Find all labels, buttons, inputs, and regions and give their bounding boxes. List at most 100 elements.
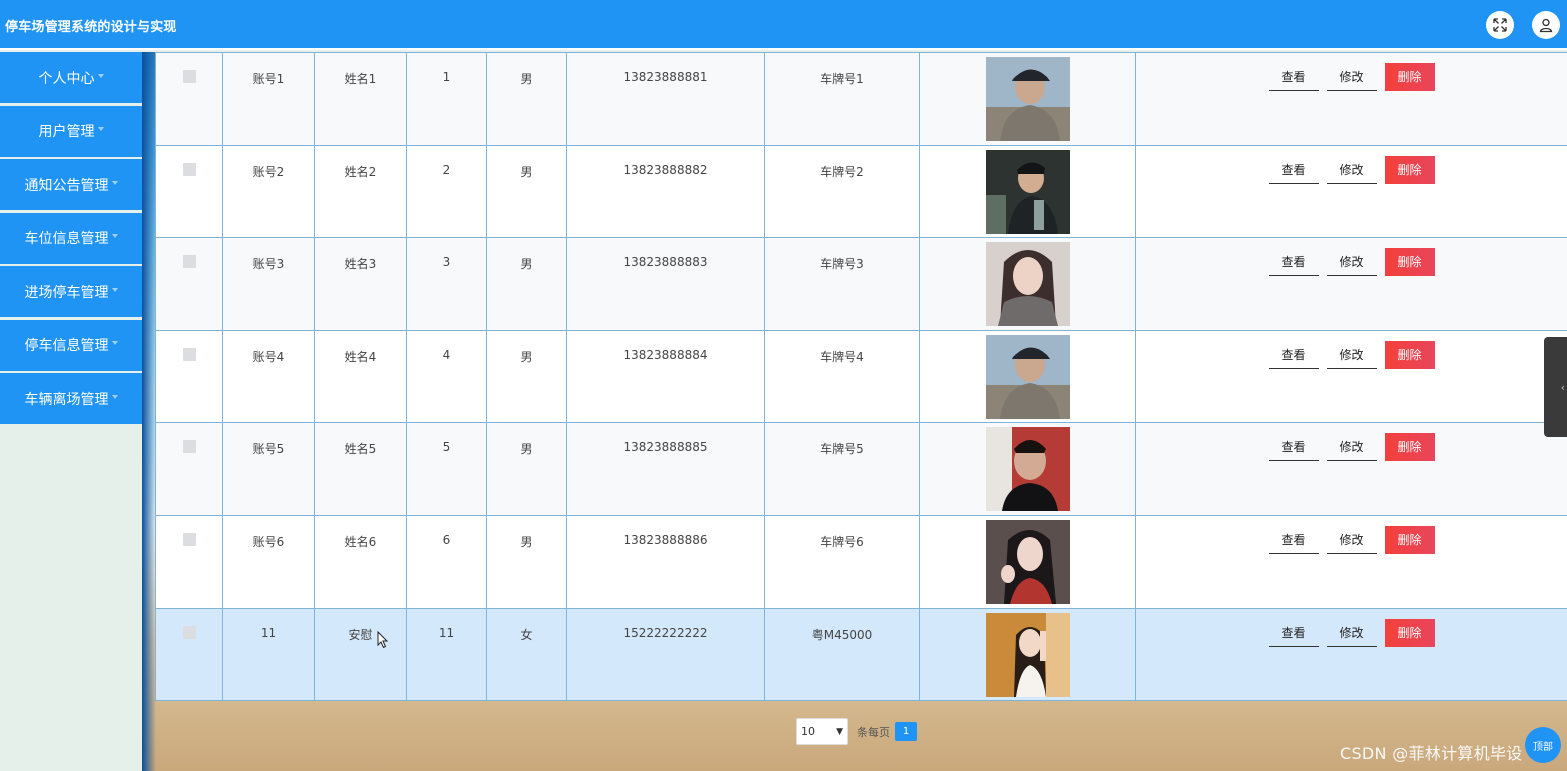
delete-button[interactable]: 删除 [1384, 248, 1435, 277]
checkbox-cell [155, 144, 223, 239]
edit-button[interactable]: 修改 [1326, 248, 1377, 277]
view-button[interactable]: 查看 [1268, 63, 1319, 91]
sidebar-item-parking-info[interactable]: 停车信息管理 [0, 319, 142, 371]
caret-down-icon [111, 287, 118, 292]
photo-cell [919, 422, 1136, 516]
top-header: 停车场管理系统的设计与实现 [0, 0, 1567, 50]
page-size-select[interactable]: 10 ▼ [796, 718, 848, 745]
actions-cell: 查看 修改 删除 [1135, 144, 1567, 239]
sidebar-item-user-management[interactable]: 用户管理 [0, 105, 142, 157]
table-row[interactable]: 账号3 姓名3 3 男 13823888883 车牌号3 查看 修改 删除 [155, 237, 1567, 331]
sidebar: 个人中心 用户管理 通知公告管理 车位信息管理 进场停车管理 停车信息管理 车辆… [0, 52, 142, 771]
actions-cell: 查看 修改 删除 [1135, 237, 1567, 331]
caret-down-icon [97, 127, 104, 131]
table-row[interactable]: 账号2 姓名2 2 男 13823888882 车牌号2 查看 修改 删除 [155, 144, 1567, 239]
avatar-photo[interactable] [985, 334, 1070, 419]
gender-cell: 男 [486, 144, 567, 239]
phone-cell: 13823888886 [566, 514, 765, 609]
sidebar-item-notice-management[interactable]: 通知公告管理 [0, 159, 142, 210]
view-button[interactable]: 查看 [1268, 619, 1319, 647]
table-row[interactable]: 账号5 姓名5 5 男 13823888885 车牌号5 查看 修改 删除 [155, 422, 1567, 516]
delete-button[interactable]: 删除 [1384, 63, 1435, 91]
name-cell: 姓名2 [314, 144, 407, 239]
edit-button[interactable]: 修改 [1326, 433, 1377, 462]
sidebar-item-exit-management[interactable]: 车辆离场管理 [0, 373, 142, 424]
sidebar-item-label: 通知公告管理 [24, 177, 109, 194]
sidebar-item-label: 个人中心 [38, 70, 95, 87]
table-row[interactable]: 账号6 姓名6 6 男 13823888886 车牌号6 查看 修改 删除 [155, 514, 1567, 609]
sidebar-item-entry-management[interactable]: 进场停车管理 [0, 266, 142, 317]
actions-cell: 查看 修改 删除 [1135, 607, 1567, 702]
checkbox-cell [155, 52, 223, 146]
sidebar-item-personal-center[interactable]: 个人中心 [0, 52, 142, 103]
edit-button[interactable]: 修改 [1326, 619, 1377, 647]
user-button[interactable] [1532, 11, 1560, 39]
row-checkbox[interactable] [182, 347, 196, 361]
edit-button[interactable]: 修改 [1326, 526, 1377, 554]
sidebar-item-label: 车辆离场管理 [24, 391, 109, 408]
chevron-down-icon: ▼ [836, 726, 843, 737]
actions-cell: 查看 修改 删除 [1135, 329, 1567, 424]
delete-button[interactable]: 删除 [1384, 525, 1435, 554]
side-drawer-handle[interactable]: ‹ [1544, 337, 1567, 437]
delete-button[interactable]: 删除 [1384, 433, 1435, 462]
phone-cell: 13823888884 [566, 329, 765, 424]
plate-cell: 车牌号4 [764, 329, 920, 424]
avatar-photo[interactable] [985, 149, 1070, 234]
number-cell: 5 [406, 422, 487, 516]
actions-cell: 查看 修改 删除 [1135, 514, 1567, 609]
account-cell: 账号2 [222, 144, 315, 239]
phone-cell: 13823888885 [566, 422, 765, 516]
number-cell: 2 [406, 144, 487, 239]
account-cell: 账号5 [222, 422, 315, 516]
plate-cell: 车牌号2 [764, 144, 920, 239]
row-checkbox[interactable] [182, 532, 196, 546]
plate-cell: 车牌号6 [764, 514, 920, 609]
table-row[interactable]: 账号1 姓名1 1 男 13823888881 车牌号1 查看 修改 删除 [155, 52, 1567, 146]
avatar-photo[interactable] [985, 242, 1070, 327]
pagination: 10 ▼ 条每页 1 [796, 718, 917, 745]
phone-cell: 13823888881 [566, 52, 765, 146]
gender-cell: 男 [486, 422, 567, 516]
avatar-photo[interactable] [985, 57, 1070, 141]
chevron-left-icon: ‹ [1560, 381, 1565, 394]
delete-button[interactable]: 删除 [1384, 618, 1435, 647]
row-checkbox[interactable] [182, 440, 196, 454]
view-button[interactable]: 查看 [1268, 433, 1319, 462]
delete-button[interactable]: 删除 [1384, 155, 1435, 184]
row-checkbox[interactable] [182, 70, 196, 83]
table-row[interactable]: 11 安慰 11 女 15222222222 粤M45000 查看 修改 删除 [155, 607, 1567, 702]
actions-cell: 查看 修改 删除 [1135, 422, 1567, 516]
plate-cell: 粤M45000 [764, 607, 920, 702]
view-button[interactable]: 查看 [1268, 341, 1319, 369]
avatar-photo[interactable] [985, 612, 1070, 697]
checkbox-cell [155, 607, 223, 702]
photo-cell [919, 607, 1136, 702]
photo-cell [919, 514, 1136, 609]
caret-down-icon [97, 73, 104, 78]
view-button[interactable]: 查看 [1268, 526, 1319, 554]
row-checkbox[interactable] [182, 625, 196, 639]
account-cell: 账号1 [222, 52, 315, 146]
view-button[interactable]: 查看 [1268, 156, 1319, 184]
sidebar-item-space-management[interactable]: 车位信息管理 [0, 212, 142, 264]
row-checkbox[interactable] [182, 162, 196, 176]
avatar-photo[interactable] [985, 427, 1070, 512]
fullscreen-button[interactable] [1486, 11, 1514, 39]
page-number-button[interactable]: 1 [895, 722, 917, 741]
caret-down-icon [111, 394, 118, 399]
avatar-photo[interactable] [985, 519, 1070, 604]
edge-shadow [142, 52, 156, 771]
view-button[interactable]: 查看 [1268, 248, 1319, 277]
delete-button[interactable]: 删除 [1384, 340, 1435, 369]
edit-button[interactable]: 修改 [1326, 63, 1377, 91]
edit-button[interactable]: 修改 [1326, 156, 1377, 184]
per-page-label: 条每页 [857, 725, 890, 739]
row-checkbox[interactable] [182, 255, 196, 269]
back-to-top-button[interactable]: 顶部 [1525, 727, 1561, 763]
table-row[interactable]: 账号4 姓名4 4 男 13823888884 车牌号4 查看 修改 删除 [155, 329, 1567, 424]
caret-down-icon [111, 341, 118, 345]
edit-button[interactable]: 修改 [1326, 341, 1377, 369]
sidebar-item-label: 车位信息管理 [24, 231, 109, 247]
checkbox-cell [155, 237, 223, 331]
